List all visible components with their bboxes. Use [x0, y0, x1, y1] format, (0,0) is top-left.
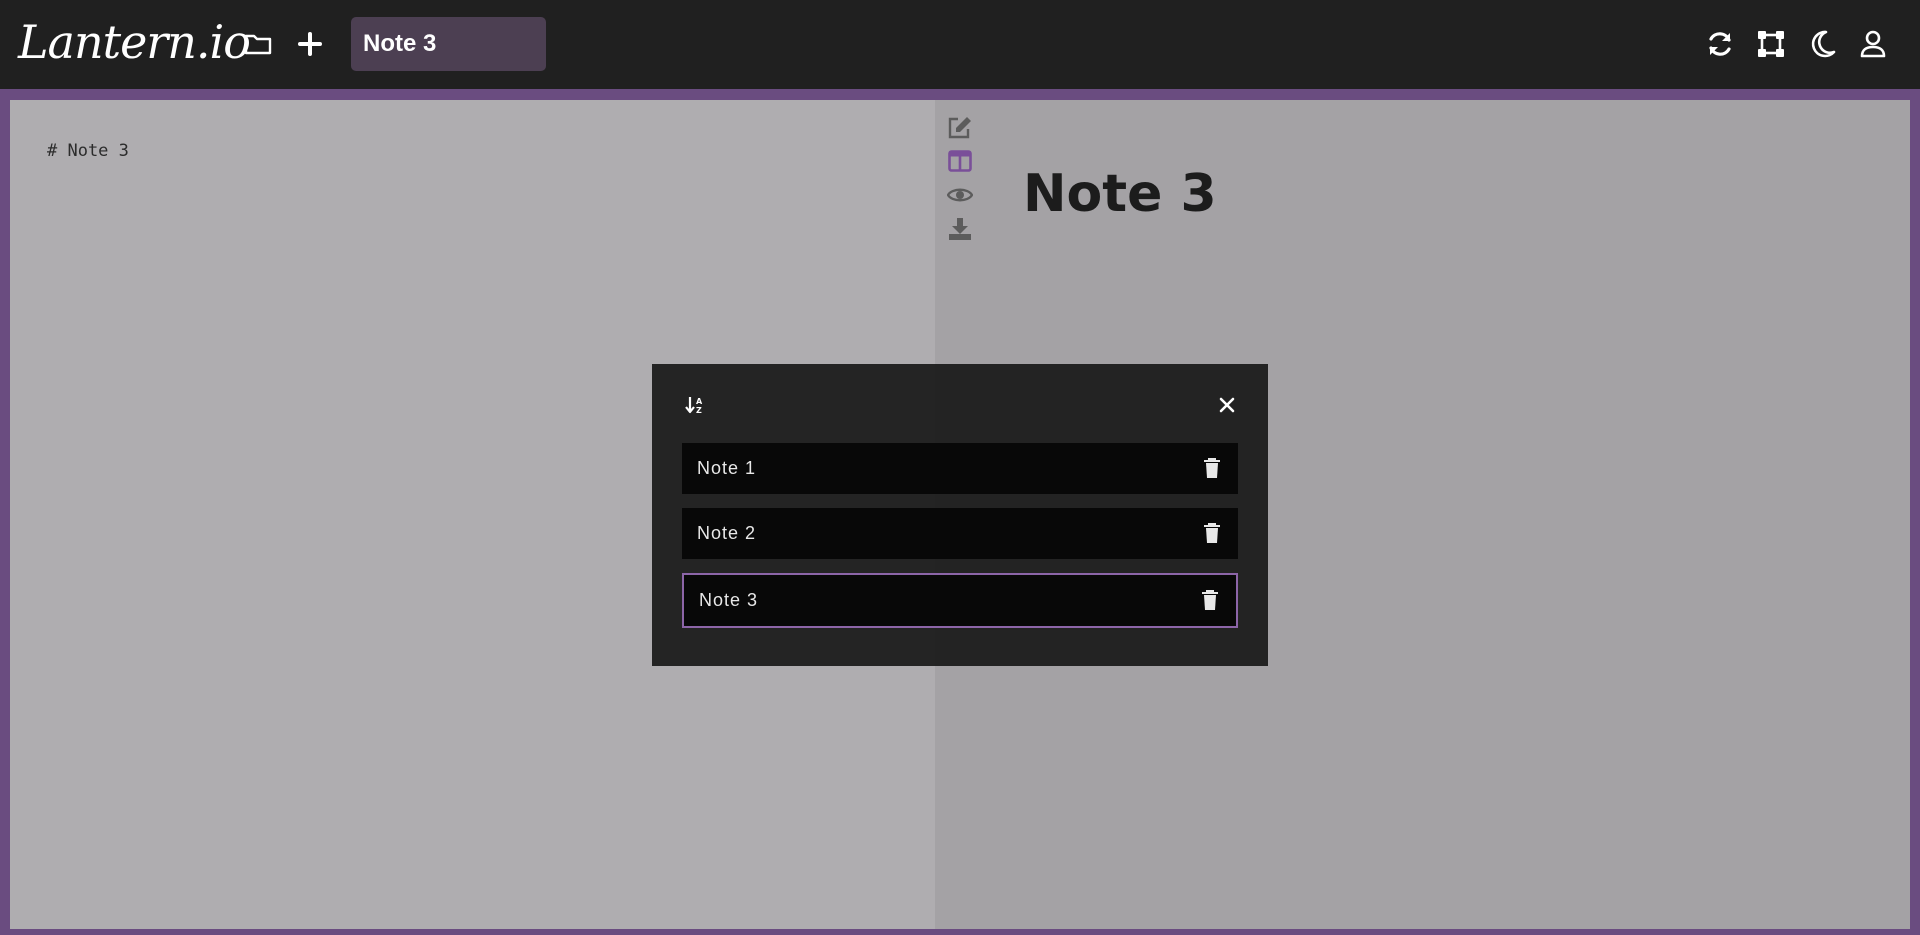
- download-icon: [949, 218, 971, 240]
- sort-notes-button[interactable]: A Z: [682, 392, 708, 418]
- split-view-icon: [948, 150, 972, 172]
- note-list-item[interactable]: Note 2: [682, 508, 1238, 559]
- trash-icon: [1202, 590, 1218, 610]
- user-icon: [1860, 30, 1886, 58]
- theme-toggle-button[interactable]: [1801, 22, 1845, 66]
- preview-mode-button[interactable]: [945, 178, 975, 212]
- open-notes-button[interactable]: [236, 22, 280, 66]
- sort-alpha-icon: A Z: [685, 397, 703, 415]
- note-label: Note 2: [697, 523, 757, 543]
- svg-text:Z: Z: [696, 406, 702, 415]
- app-logo: Lantern.io: [18, 15, 251, 69]
- svg-text:A: A: [696, 397, 703, 406]
- note-title-input[interactable]: [351, 17, 546, 71]
- note-list-item[interactable]: Note 1: [682, 443, 1238, 494]
- new-note-button[interactable]: [288, 22, 332, 66]
- delete-note-button[interactable]: [1200, 456, 1224, 480]
- preview-eye-icon: [947, 188, 973, 202]
- plus-icon: [298, 32, 322, 56]
- sync-button[interactable]: [1698, 22, 1742, 66]
- trash-icon: [1204, 523, 1220, 543]
- trash-icon: [1204, 458, 1220, 478]
- close-icon: [1219, 397, 1235, 413]
- edit-icon: [948, 117, 971, 139]
- delete-note-button[interactable]: [1198, 588, 1222, 612]
- editor-content[interactable]: # Note 3: [47, 141, 129, 161]
- download-button[interactable]: [945, 212, 975, 246]
- split-view-button[interactable]: [945, 144, 975, 178]
- vector-square-icon: [1758, 31, 1784, 57]
- edit-mode-button[interactable]: [945, 110, 975, 144]
- preview-heading: Note 3: [1023, 164, 1217, 224]
- notes-list-modal: A Z Note 1 Note 2 Note 3: [652, 364, 1268, 666]
- folder-icon: [244, 34, 272, 55]
- moon-icon: [1811, 30, 1836, 58]
- view-mode-toolbar: [945, 110, 975, 246]
- note-label: Note 1: [697, 458, 757, 478]
- sync-icon: [1709, 32, 1731, 56]
- note-label: Note 3: [699, 590, 759, 610]
- close-modal-button[interactable]: [1214, 392, 1240, 418]
- account-button[interactable]: [1851, 22, 1895, 66]
- fullscreen-button[interactable]: [1749, 22, 1793, 66]
- top-bar: Lantern.io: [0, 0, 1920, 89]
- note-list-item-active[interactable]: Note 3: [682, 573, 1238, 628]
- delete-note-button[interactable]: [1200, 521, 1224, 545]
